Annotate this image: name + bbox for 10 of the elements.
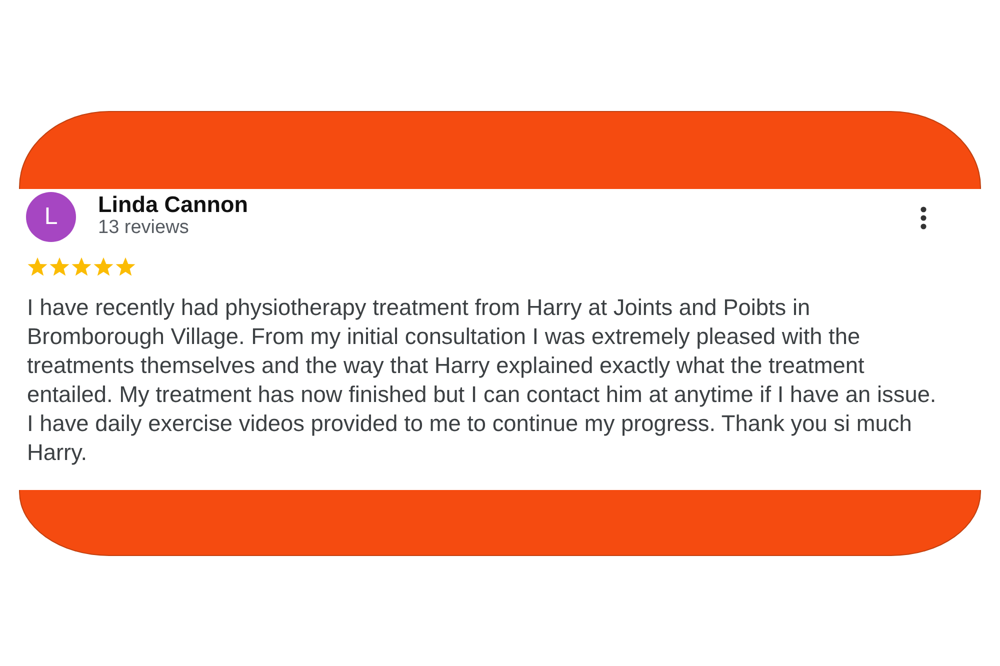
review-text: I have recently had physiotherapy treatment from Harry at Joints and Poibts in Bromborough Village. From my initial consultation I was extremely pleased with the treatments themselves and the way that Harry explained exactly what the treatment entailed. My treatment has now finished but I can contact him at anytime if I have an issue. I have daily exercise videos provided to me to continue my progress. Thank you si much Harry. — [27, 293, 938, 467]
reviewer-name: Linda Cannon — [98, 192, 248, 217]
more-options-icon[interactable] — [920, 206, 927, 230]
avatar: L — [26, 192, 76, 242]
star-icon — [71, 257, 92, 277]
star-icon — [93, 257, 114, 277]
star-icon — [49, 257, 70, 277]
review-count: 13 reviews — [98, 217, 190, 239]
star-icon — [27, 257, 48, 277]
star-icon — [115, 257, 136, 277]
